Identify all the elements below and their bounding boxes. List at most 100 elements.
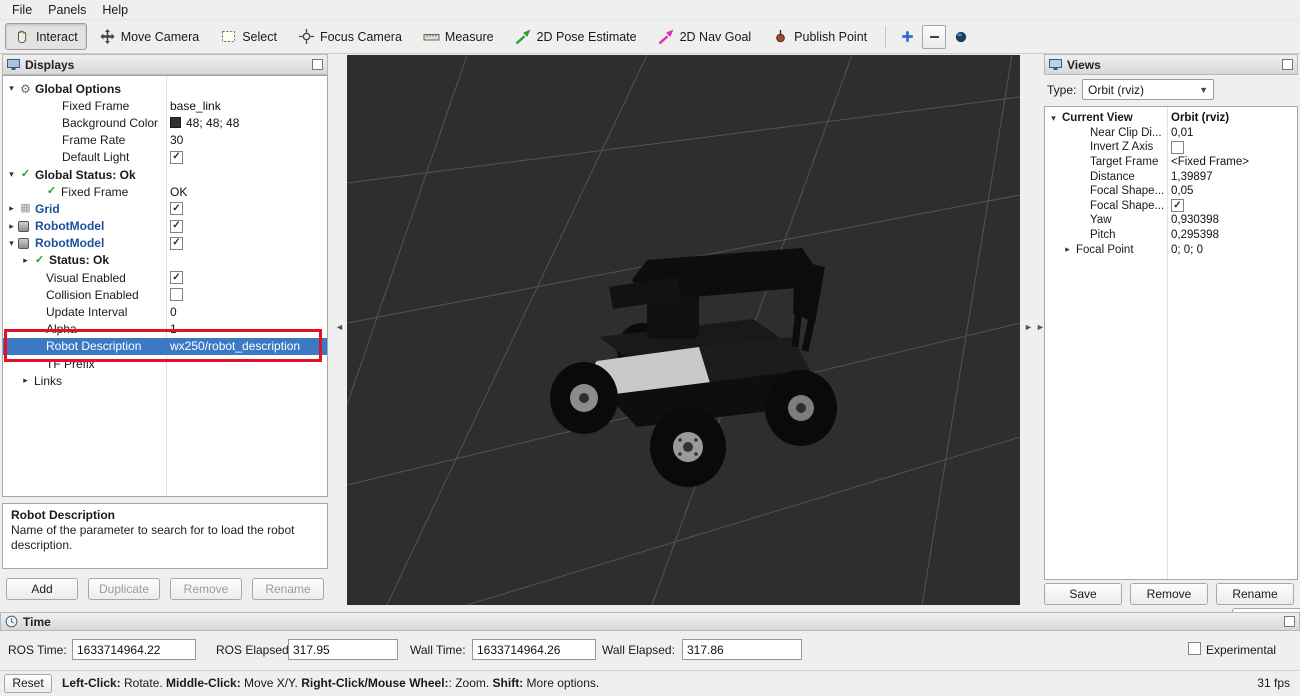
tree-row-links[interactable]: ▸Links [3,372,327,389]
expand-arrow-icon[interactable]: ▸ [19,255,32,266]
menu-file[interactable]: File [4,1,40,19]
time-panel-header[interactable]: Time [0,612,1300,631]
ros-time-field[interactable] [72,639,196,660]
property-value[interactable] [166,355,327,372]
property-value[interactable]: 0,295398 [1167,228,1297,243]
tree-row-background-color[interactable]: Background Color48; 48; 48 [3,114,327,131]
tree-row-focal-shape-[interactable]: Focal Shape...0,05 [1045,184,1297,199]
experimental-checkbox[interactable] [1188,642,1201,655]
tree-row-robot-description[interactable]: Robot Descriptionwx250/robot_description [3,338,327,355]
tree-row-frame-rate[interactable]: Frame Rate30 [3,132,327,149]
property-value[interactable]: ✓ [166,269,327,286]
splitter-handle-left[interactable]: ◄ [335,322,344,332]
save-view-button[interactable]: Save [1044,583,1122,605]
tree-row-global-options[interactable]: ▾⚙Global Options [3,80,327,97]
tool-interact[interactable]: Interact [5,23,87,50]
tree-row-global-status-ok[interactable]: ▾✓Global Status: Ok [3,166,327,183]
checkbox-unchecked[interactable] [170,288,183,301]
tree-row-collision-enabled[interactable]: Collision Enabled [3,286,327,303]
property-value[interactable]: ✓ [166,235,327,252]
time-detach-button[interactable] [1284,616,1295,627]
checkbox-checked[interactable]: ✓ [170,271,183,284]
remove-view-button[interactable]: Remove [1130,583,1208,605]
tool-2d-nav-goal[interactable]: 2D Nav Goal [649,23,761,50]
tree-row-robotmodel[interactable]: ▾RobotModel✓ [3,235,327,252]
tree-row-fixed-frame[interactable]: Fixed Framebase_link [3,97,327,114]
tree-row-robotmodel[interactable]: ▸RobotModel✓ [3,218,327,235]
tree-row-near-clip-di-[interactable]: Near Clip Di...0,01 [1045,126,1297,141]
tree-row-update-interval[interactable]: Update Interval0 [3,303,327,320]
collapse-arrow-icon[interactable]: ▾ [5,83,18,94]
property-value[interactable]: OK [166,183,327,200]
property-value[interactable]: ✓ [1167,199,1297,214]
property-value[interactable]: 0,01 [1167,126,1297,141]
rename-view-button[interactable]: Rename [1216,583,1294,605]
collapse-arrow-icon[interactable]: ▾ [1047,113,1060,124]
tree-row-invert-z-axis[interactable]: Invert Z Axis [1045,140,1297,155]
property-value[interactable]: 0 [166,303,327,320]
duplicate-display-button[interactable]: Duplicate [88,578,160,600]
tool-move-camera[interactable]: Move Camera [90,23,209,50]
property-value[interactable] [1167,140,1297,155]
tree-row-current-view[interactable]: ▾Current ViewOrbit (rviz) [1045,111,1297,126]
checkbox-checked[interactable]: ✓ [170,220,183,233]
expand-arrow-icon[interactable]: ▸ [5,221,18,232]
splitter-handle-views[interactable]: ► [1036,322,1045,332]
menu-panels[interactable]: Panels [40,1,94,19]
tree-row-status-ok[interactable]: ▸✓Status: Ok [3,252,327,269]
property-value[interactable]: 1,39897 [1167,169,1297,184]
property-value[interactable]: 0; 0; 0 [1167,242,1297,257]
displays-detach-button[interactable] [312,59,323,70]
splitter-handle-right[interactable]: ► [1024,322,1033,332]
ros-elapsed-field[interactable] [288,639,398,660]
property-value[interactable]: 30 [166,132,327,149]
property-value[interactable]: 0,05 [1167,184,1297,199]
tree-row-grid[interactable]: ▸▦Grid✓ [3,200,327,217]
collapse-arrow-icon[interactable]: ▾ [5,169,18,180]
tree-row-tf-prefix[interactable]: TF Prefix [3,355,327,372]
tree-row-yaw[interactable]: Yaw0,930398 [1045,213,1297,228]
tree-row-focal-point[interactable]: ▸Focal Point0; 0; 0 [1045,242,1297,257]
tool-measure[interactable]: Measure [414,23,503,50]
tree-row-visual-enabled[interactable]: Visual Enabled✓ [3,269,327,286]
expand-arrow-icon[interactable]: ▸ [1061,244,1074,255]
remove-display-button[interactable]: Remove [170,578,242,600]
collapse-arrow-icon[interactable]: ▾ [5,238,18,249]
tree-row-pitch[interactable]: Pitch0,295398 [1045,228,1297,243]
checkbox-checked[interactable]: ✓ [170,151,183,164]
wall-time-field[interactable] [472,639,596,660]
tool-focus-camera[interactable]: Focus Camera [289,23,411,50]
tool-publish-point[interactable]: Publish Point [763,23,876,50]
property-value[interactable]: 1 [166,321,327,338]
checkbox-unchecked[interactable] [1171,141,1184,154]
tree-row-alpha[interactable]: Alpha1 [3,321,327,338]
tree-row-focal-shape-[interactable]: Focal Shape...✓ [1045,199,1297,214]
property-value[interactable]: 48; 48; 48 [166,114,327,131]
property-value[interactable] [166,286,327,303]
tree-row-distance[interactable]: Distance1,39897 [1045,169,1297,184]
wall-elapsed-field[interactable] [682,639,802,660]
property-value[interactable]: ✓ [166,200,327,217]
add-tool-button[interactable] [895,25,919,49]
tool-select[interactable]: Select [211,23,286,50]
tree-row-default-light[interactable]: Default Light✓ [3,149,327,166]
property-value[interactable]: <Fixed Frame> [1167,155,1297,170]
property-value[interactable]: base_link [166,97,327,114]
property-value[interactable]: ✓ [166,218,327,235]
checkbox-checked[interactable]: ✓ [170,202,183,215]
displays-panel-header[interactable]: Displays [2,54,328,75]
expand-arrow-icon[interactable]: ▸ [19,375,32,386]
view-type-dropdown[interactable]: Orbit (rviz) ▼ [1082,79,1214,100]
remove-tool-button[interactable] [922,25,946,49]
expand-arrow-icon[interactable]: ▸ [5,203,18,214]
views-detach-button[interactable] [1282,59,1293,70]
property-value[interactable]: 0,930398 [1167,213,1297,228]
tree-row-fixed-frame[interactable]: ✓Fixed FrameOK [3,183,327,200]
tool-2d-pose-estimate[interactable]: 2D Pose Estimate [506,23,646,50]
property-value[interactable]: wx250/robot_description [166,338,327,355]
rename-display-button[interactable]: Rename [252,578,324,600]
3d-viewport[interactable] [347,55,1020,605]
tree-row-target-frame[interactable]: Target Frame<Fixed Frame> [1045,155,1297,170]
property-value[interactable]: Orbit (rviz) [1167,111,1297,126]
reset-button[interactable]: Reset [4,674,52,693]
